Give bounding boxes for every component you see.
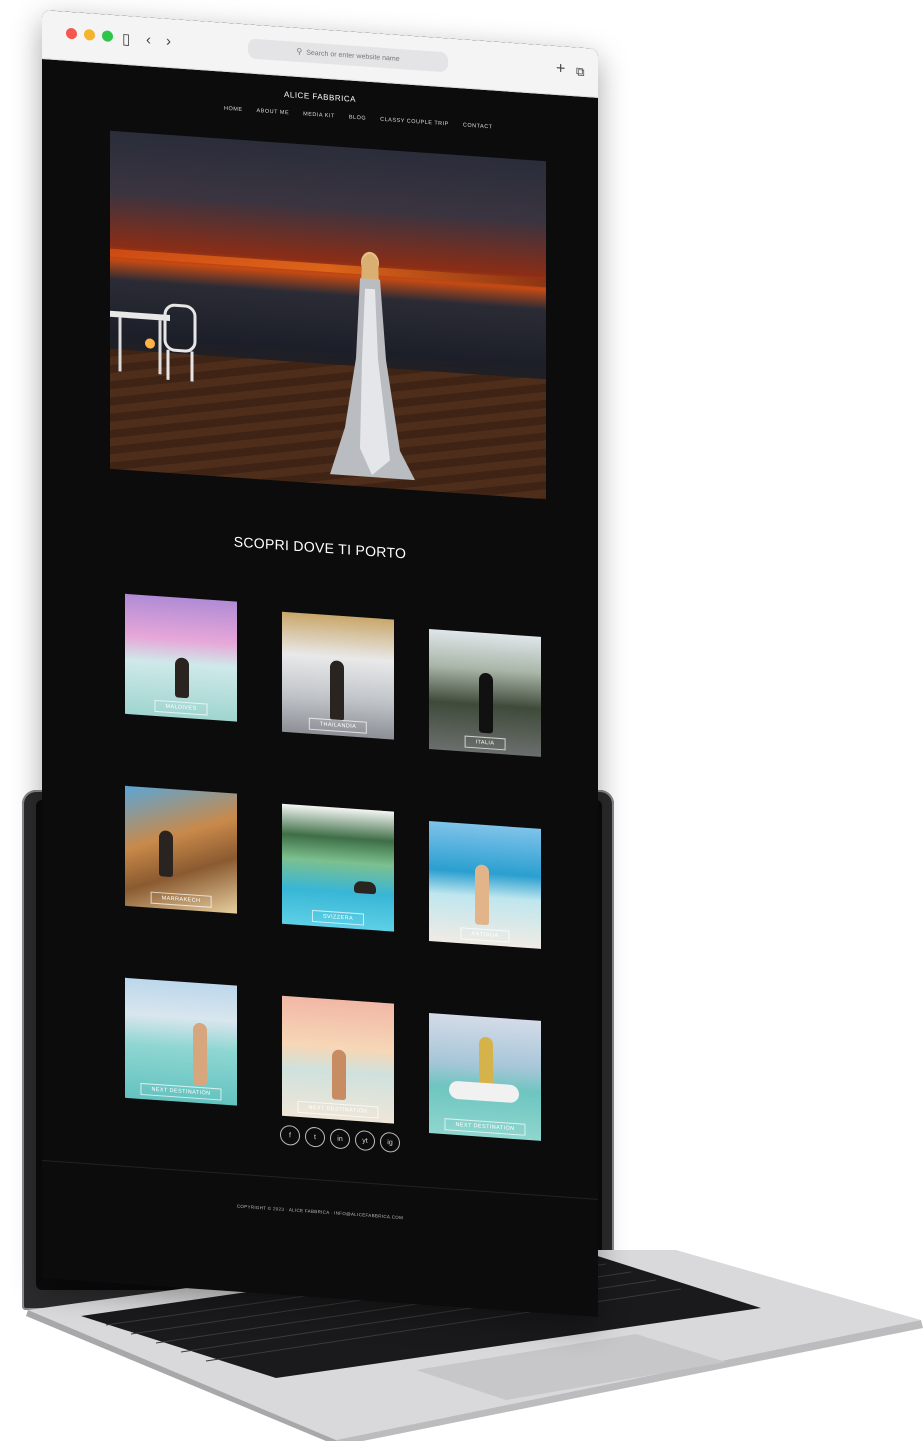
destination-label: NEXT DESTINATION	[140, 1082, 222, 1101]
instagram-icon[interactable]: ig	[380, 1131, 400, 1154]
linkedin-icon[interactable]: in	[330, 1128, 350, 1150]
destination-tile[interactable]: ITALIA	[429, 629, 541, 757]
facebook-icon[interactable]: f	[280, 1124, 300, 1147]
person-figure	[354, 880, 376, 895]
menu-item-contact[interactable]: CONTACT	[463, 122, 493, 130]
copyright-text: COPYRIGHT © 2023 · ALICE FABBRICA · INFO…	[236, 1203, 404, 1221]
person-figure	[330, 660, 344, 722]
tabs-overview-icon[interactable]: ⧉	[576, 64, 585, 80]
destination-label: ITALIA	[464, 735, 506, 751]
maximize-icon[interactable]	[102, 30, 113, 42]
jet-ski-figure	[449, 1080, 519, 1104]
destination-label: THAILANDIA	[308, 717, 368, 734]
person-figure	[159, 830, 173, 878]
destination-tile[interactable]: NEXT DESTINATION	[429, 1013, 541, 1141]
youtube-icon[interactable]: yt	[355, 1129, 375, 1152]
dining-table-illustration	[110, 303, 197, 382]
hero-image	[110, 130, 546, 500]
menu-item-about[interactable]: ABOUT ME	[257, 108, 290, 116]
destination-tile[interactable]: MALDIVES	[125, 593, 237, 722]
destination-tile[interactable]: MARRAKECH	[125, 785, 237, 914]
destination-label: MALDIVES	[154, 699, 208, 716]
window-controls	[66, 27, 113, 42]
woman-in-silver-gown	[330, 251, 415, 481]
destination-tile[interactable]: SVIZZERA	[282, 803, 394, 932]
footer-divider	[42, 1160, 598, 1200]
person-figure	[475, 864, 489, 926]
person-figure	[332, 1049, 346, 1101]
menu-item-home[interactable]: HOME	[224, 106, 243, 113]
person-figure	[175, 657, 189, 699]
person-figure	[479, 1036, 493, 1086]
destination-label: SVIZZERA	[311, 909, 365, 926]
minimize-icon[interactable]	[84, 28, 95, 41]
menu-item-blog[interactable]: BLOG	[349, 114, 366, 121]
search-icon: ⚲	[296, 46, 303, 57]
person-figure	[479, 672, 493, 734]
destination-tile[interactable]: NEXT DESTINATION	[282, 995, 394, 1124]
destination-label: MARRAKECH	[150, 891, 212, 908]
destination-tile[interactable]: ANTIGUA	[429, 821, 541, 949]
back-icon[interactable]: ‹	[146, 31, 151, 48]
destination-label: NEXT DESTINATION	[297, 1100, 379, 1119]
destination-label: NEXT DESTINATION	[444, 1118, 526, 1136]
address-bar[interactable]: ⚲ Search or enter website name	[248, 38, 448, 73]
menu-item-classy-couple-trip[interactable]: CLASSY COUPLE TRIP	[380, 117, 449, 128]
destination-tile[interactable]: NEXT DESTINATION	[125, 977, 237, 1106]
twitter-icon[interactable]: t	[305, 1126, 325, 1148]
forward-icon[interactable]: ›	[166, 33, 171, 50]
browser-window: ▯ ‹ › ⚲ Search or enter website name + ⧉ …	[42, 10, 598, 1317]
close-icon[interactable]	[66, 27, 77, 40]
section-title: SCOPRI DOVE TI PORTO	[233, 533, 407, 562]
new-tab-icon[interactable]: +	[556, 60, 565, 79]
person-figure	[193, 1022, 207, 1086]
destination-label: ANTIGUA	[460, 927, 510, 943]
address-placeholder: Search or enter website name	[306, 49, 400, 64]
destination-tile[interactable]: THAILANDIA	[282, 611, 394, 740]
sidebar-icon[interactable]: ▯	[122, 30, 130, 49]
menu-item-media-kit[interactable]: MEDIA KIT	[303, 111, 335, 119]
